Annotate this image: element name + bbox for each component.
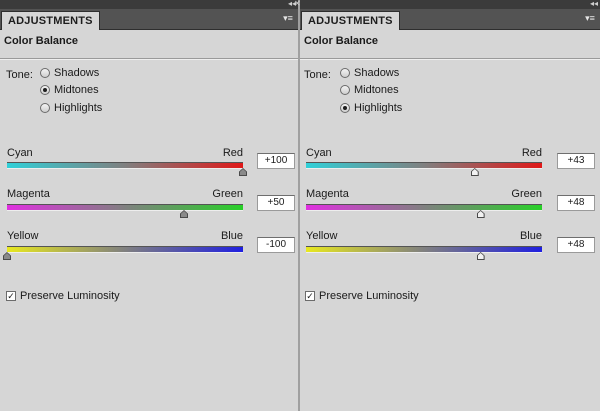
panel-top-bar: ✕ ◂◂ bbox=[294, 0, 600, 9]
magenta-green-value-field[interactable]: +48 bbox=[557, 195, 595, 211]
panel-menu-icon[interactable]: ▾≡ bbox=[281, 12, 295, 24]
divider bbox=[0, 58, 298, 60]
checkbox-label: Preserve Luminosity bbox=[20, 290, 120, 302]
tab-row: ADJUSTMENTS ▾≡ bbox=[0, 9, 298, 30]
cyan-red-value-field[interactable]: +43 bbox=[557, 153, 595, 169]
double-chevron-icon[interactable]: ◂◂ bbox=[590, 0, 598, 9]
slider-label-red: Red bbox=[222, 147, 243, 159]
tone-radio-midtones[interactable]: Midtones bbox=[40, 83, 99, 97]
divider bbox=[300, 58, 600, 60]
tone-radio-midtones[interactable]: Midtones bbox=[340, 83, 399, 97]
yellow-blue-value-field[interactable]: -100 bbox=[257, 237, 295, 253]
tone-radio-shadows[interactable]: Shadows bbox=[340, 66, 399, 80]
adjustments-panel-right: ✕ ◂◂ ADJUSTMENTS ▾≡ Color Balance Tone: … bbox=[294, 0, 600, 411]
slider-label-green: Green bbox=[511, 188, 542, 200]
cyan-red-value-field[interactable]: +100 bbox=[257, 153, 295, 169]
slider-label-blue: Blue bbox=[519, 230, 542, 242]
tone-label: Tone: bbox=[6, 69, 33, 81]
radio-label: Highlights bbox=[54, 102, 103, 114]
magenta-green-value-field[interactable]: +50 bbox=[257, 195, 295, 211]
slider-label-cyan: Cyan bbox=[7, 147, 33, 159]
tab-adjustments[interactable]: ADJUSTMENTS bbox=[301, 11, 400, 30]
tone-label: Tone: bbox=[304, 69, 331, 81]
panel-title: Color Balance bbox=[304, 35, 378, 47]
slider-label-yellow: Yellow bbox=[306, 230, 338, 242]
preserve-luminosity-checkbox[interactable]: ✓ bbox=[305, 291, 315, 301]
radio-button[interactable] bbox=[340, 85, 350, 95]
panel-top-bar: ◂◂ bbox=[0, 0, 298, 9]
close-icon[interactable]: ✕ bbox=[294, 0, 301, 9]
radio-button[interactable] bbox=[340, 68, 350, 78]
magenta-green-slider-track[interactable] bbox=[7, 204, 243, 211]
preserve-luminosity-checkbox[interactable]: ✓ bbox=[6, 291, 16, 301]
checkbox-label: Preserve Luminosity bbox=[319, 290, 419, 302]
radio-button[interactable] bbox=[40, 85, 50, 95]
yellow-blue-slider-track[interactable] bbox=[7, 246, 243, 253]
slider-label-green: Green bbox=[212, 188, 243, 200]
radio-label: Midtones bbox=[354, 84, 399, 96]
panel-menu-icon[interactable]: ▾≡ bbox=[583, 12, 597, 24]
slider-label-cyan: Cyan bbox=[306, 147, 332, 159]
tab-row: ADJUSTMENTS ▾≡ bbox=[300, 9, 600, 30]
preserve-luminosity-option[interactable]: ✓ Preserve Luminosity bbox=[305, 290, 419, 302]
tone-radio-highlights[interactable]: Highlights bbox=[40, 101, 102, 115]
radio-label: Shadows bbox=[54, 67, 100, 79]
yellow-blue-slider-track[interactable] bbox=[306, 246, 542, 253]
slider-label-red: Red bbox=[521, 147, 542, 159]
radio-button[interactable] bbox=[40, 103, 50, 113]
preserve-luminosity-option[interactable]: ✓ Preserve Luminosity bbox=[6, 290, 120, 302]
cyan-red-slider-track[interactable] bbox=[306, 162, 542, 169]
yellow-blue-value-field[interactable]: +48 bbox=[557, 237, 595, 253]
slider-label-magenta: Magenta bbox=[7, 188, 50, 200]
panel-title: Color Balance bbox=[4, 35, 78, 47]
radio-button[interactable] bbox=[40, 68, 50, 78]
tab-adjustments[interactable]: ADJUSTMENTS bbox=[1, 11, 100, 30]
radio-button[interactable] bbox=[340, 103, 350, 113]
radio-label: Midtones bbox=[54, 84, 99, 96]
magenta-green-slider-track[interactable] bbox=[306, 204, 542, 211]
slider-label-yellow: Yellow bbox=[7, 230, 39, 242]
tone-radio-shadows[interactable]: Shadows bbox=[40, 66, 99, 80]
cyan-red-slider-track[interactable] bbox=[7, 162, 243, 169]
radio-label: Shadows bbox=[354, 67, 400, 79]
radio-label: Highlights bbox=[354, 102, 403, 114]
slider-label-blue: Blue bbox=[220, 230, 243, 242]
slider-label-magenta: Magenta bbox=[306, 188, 349, 200]
tone-radio-highlights[interactable]: Highlights bbox=[340, 101, 402, 115]
adjustments-panel-left: ◂◂ ADJUSTMENTS ▾≡ Color Balance Tone: Sh… bbox=[0, 0, 298, 411]
